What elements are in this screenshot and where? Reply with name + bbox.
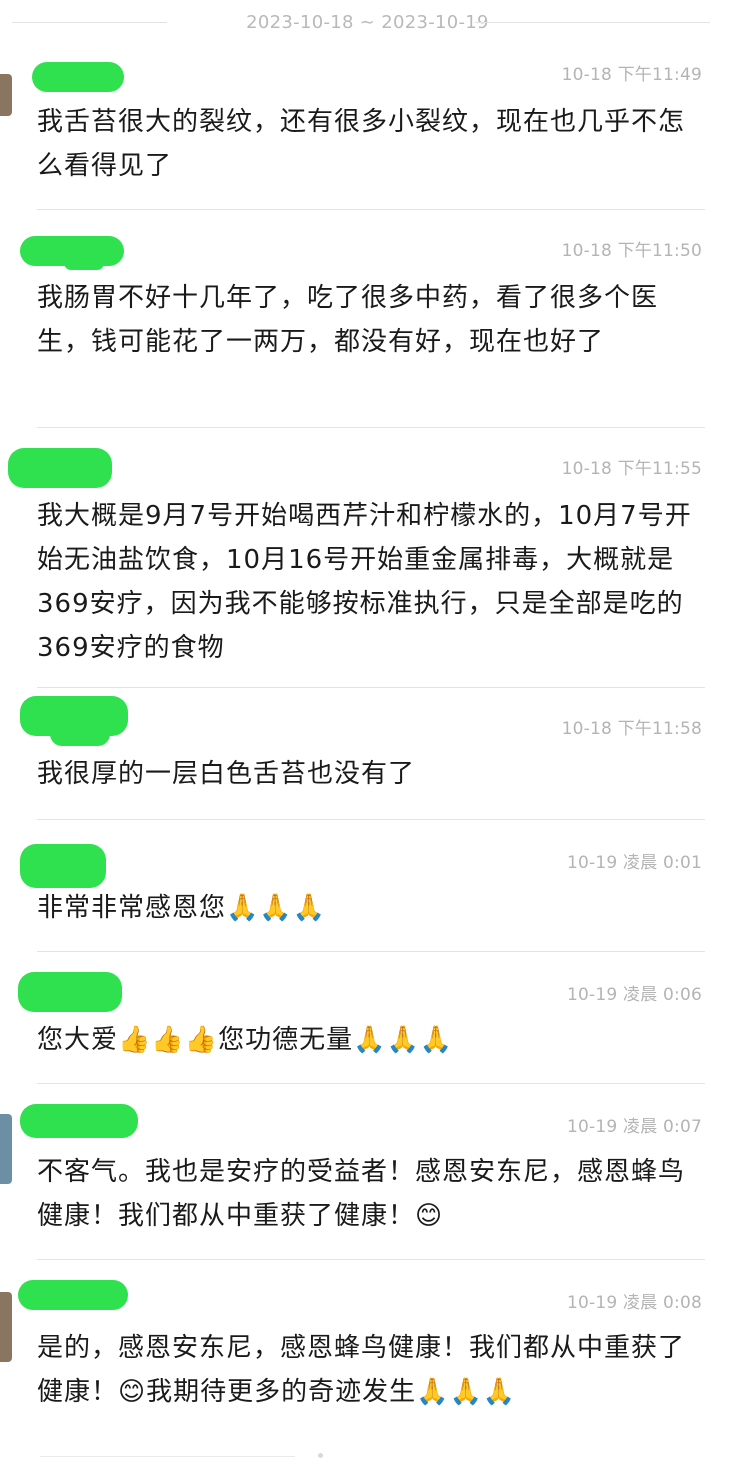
divider-line [475,22,710,23]
avatar[interactable] [0,1292,12,1362]
message-text: 您大爱👍👍👍您功德无量🙏🙏🙏 [37,1025,454,1055]
message-timestamp: 10-19 凌晨 0:01 [567,853,702,873]
message-separator [37,209,705,210]
message-separator [37,951,705,952]
sender-name-redacted [50,722,110,746]
divider-line [12,22,167,23]
message-text: 我肠胃不好十几年了，吃了很多中药，看了很多个医生，钱可能花了一两万，都没有好，现… [37,283,659,357]
chat-message[interactable]: 10-18 下午11:49 我舌苔很大的裂纹，还有很多小裂纹，现在也几乎不怎么看… [0,56,735,210]
message-timestamp: 10-18 下午11:55 [561,459,702,479]
message-timestamp: 10-18 下午11:50 [561,241,702,261]
chat-message[interactable]: 10-19 凌晨 0:08 是的，感恩安东尼，感恩蜂鸟健康！我们都从中重获了健康… [0,1274,735,1444]
message-text: 非常非常感恩您🙏🙏🙏 [37,893,327,923]
sender-name-redacted [8,448,112,488]
message-separator [37,687,705,688]
date-range-label: 2023-10-18 ~ 2023-10-19 [246,11,489,33]
sender-name-redacted [18,972,122,1012]
sender-name-redacted [20,844,106,888]
message-text: 我舌苔很大的裂纹，还有很多小裂纹，现在也几乎不怎么看得见了 [37,107,686,181]
message-separator [37,1259,705,1260]
message-text: 不客气。我也是安疗的受益者！感恩安东尼，感恩蜂鸟健康！我们都从中重获了健康！😊 [37,1157,686,1231]
message-text: 我很厚的一层白色舌苔也没有了 [37,759,416,789]
sender-name-redacted [64,256,104,270]
message-separator [37,1083,705,1084]
message-timestamp: 10-19 凌晨 0:07 [567,1117,702,1137]
sender-name-redacted [20,1104,138,1138]
chat-message[interactable]: 10-18 下午11:50 我肠胃不好十几年了，吃了很多中药，看了很多个医生，钱… [0,230,735,426]
avatar[interactable] [0,1114,12,1184]
message-separator [37,427,705,428]
divider-line [40,1456,295,1457]
scroll-indicator [0,1452,735,1480]
chat-message[interactable]: 10-19 凌晨 0:06 您大爱👍👍👍您功德无量🙏🙏🙏 [0,966,735,1082]
chat-message[interactable]: 10-18 下午11:55 我大概是9月7号开始喝西芹汁和柠檬水的，10月7号开… [0,446,735,686]
avatar[interactable] [0,74,12,116]
chat-message[interactable]: 10-19 凌晨 0:07 不客气。我也是安疗的受益者！感恩安东尼，感恩蜂鸟健康… [0,1098,735,1258]
message-separator [37,819,705,820]
scroll-dot [318,1453,323,1458]
sender-name-redacted [18,1280,128,1310]
sender-name-redacted [32,62,124,92]
message-timestamp: 10-18 下午11:58 [561,719,702,739]
message-text: 我大概是9月7号开始喝西芹汁和柠檬水的，10月7号开始无油盐饮食，10月16号开… [37,501,692,663]
chat-message[interactable]: 10-19 凌晨 0:01 非常非常感恩您🙏🙏🙏 [0,840,735,950]
message-timestamp: 10-18 下午11:49 [561,65,702,85]
message-timestamp: 10-19 凌晨 0:06 [567,985,702,1005]
message-text: 是的，感恩安东尼，感恩蜂鸟健康！我们都从中重获了健康！😊我期待更多的奇迹发生🙏🙏… [37,1333,686,1407]
date-range-header: 2023-10-18 ~ 2023-10-19 [0,0,735,44]
chat-message[interactable]: 10-18 下午11:58 我很厚的一层白色舌苔也没有了 [0,694,735,818]
message-timestamp: 10-19 凌晨 0:08 [567,1293,702,1313]
